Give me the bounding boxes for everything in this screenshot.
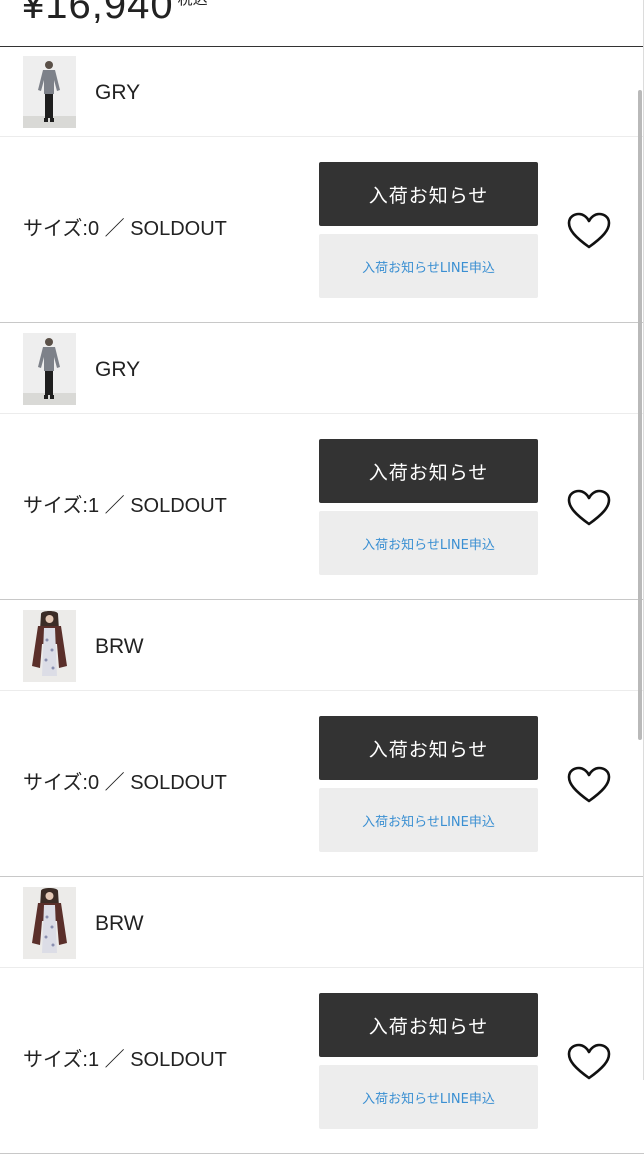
restock-line-button[interactable]: 入荷お知らせLINE申込 xyxy=(319,1065,538,1129)
size-row: サイズ:1 ／ SOLDOUT 入荷お知らせ 入荷お知らせLINE申込 xyxy=(0,414,644,600)
heart-icon[interactable] xyxy=(567,766,611,804)
restock-notify-button[interactable]: 入荷お知らせ xyxy=(319,439,538,503)
restock-notify-button[interactable]: 入荷お知らせ xyxy=(319,162,538,226)
restock-line-button[interactable]: 入荷お知らせLINE申込 xyxy=(319,511,538,575)
tax-label: 税込 xyxy=(178,0,208,8)
restock-line-button[interactable]: 入荷お知らせLINE申込 xyxy=(319,234,538,298)
product-thumbnail[interactable] xyxy=(23,333,76,405)
color-label: GRY xyxy=(95,358,141,381)
heart-icon[interactable] xyxy=(567,489,611,527)
product-thumbnail[interactable] xyxy=(23,56,76,128)
price-header: ¥16,940 税込 xyxy=(0,0,644,47)
restock-notify-button[interactable]: 入荷お知らせ xyxy=(319,993,538,1057)
size-status: サイズ:1 ／ SOLDOUT xyxy=(23,495,227,517)
color-label: BRW xyxy=(95,635,144,658)
variant-group: GRY サイズ:1 ／ SOLDOUT 入荷お知らせ 入荷お知らせLINE申込 xyxy=(0,324,644,600)
color-header: BRW xyxy=(0,601,644,691)
product-thumbnail[interactable] xyxy=(23,887,76,959)
variant-group: GRY サイズ:0 ／ SOLDOUT 入荷お知らせ 入荷お知らせLINE申込 xyxy=(0,47,644,323)
price: ¥16,940 税込 xyxy=(22,0,208,25)
heart-icon[interactable] xyxy=(567,1043,611,1081)
size-row: サイズ:0 ／ SOLDOUT 入荷お知らせ 入荷お知らせLINE申込 xyxy=(0,137,644,323)
size-status: サイズ:0 ／ SOLDOUT xyxy=(23,772,227,794)
size-status: サイズ:0 ／ SOLDOUT xyxy=(23,218,227,240)
scrollbar[interactable] xyxy=(638,90,642,740)
size-status: サイズ:1 ／ SOLDOUT xyxy=(23,1049,227,1071)
variant-group: BRW サイズ:0 ／ SOLDOUT 入荷お知らせ 入荷お知らせLINE申込 xyxy=(0,601,644,877)
color-header: GRY xyxy=(0,324,644,414)
color-label: GRY xyxy=(95,81,141,104)
color-label: BRW xyxy=(95,912,144,935)
color-header: GRY xyxy=(0,47,644,137)
price-amount: ¥16,940 xyxy=(22,0,174,27)
size-row: サイズ:0 ／ SOLDOUT 入荷お知らせ 入荷お知らせLINE申込 xyxy=(0,691,644,877)
heart-icon[interactable] xyxy=(567,212,611,250)
color-header: BRW xyxy=(0,878,644,968)
restock-notify-button[interactable]: 入荷お知らせ xyxy=(319,716,538,780)
size-row: サイズ:1 ／ SOLDOUT 入荷お知らせ 入荷お知らせLINE申込 xyxy=(0,968,644,1154)
variant-group: BRW サイズ:1 ／ SOLDOUT 入荷お知らせ 入荷お知らせLINE申込 xyxy=(0,878,644,1154)
restock-line-button[interactable]: 入荷お知らせLINE申込 xyxy=(319,788,538,852)
product-thumbnail[interactable] xyxy=(23,610,76,682)
